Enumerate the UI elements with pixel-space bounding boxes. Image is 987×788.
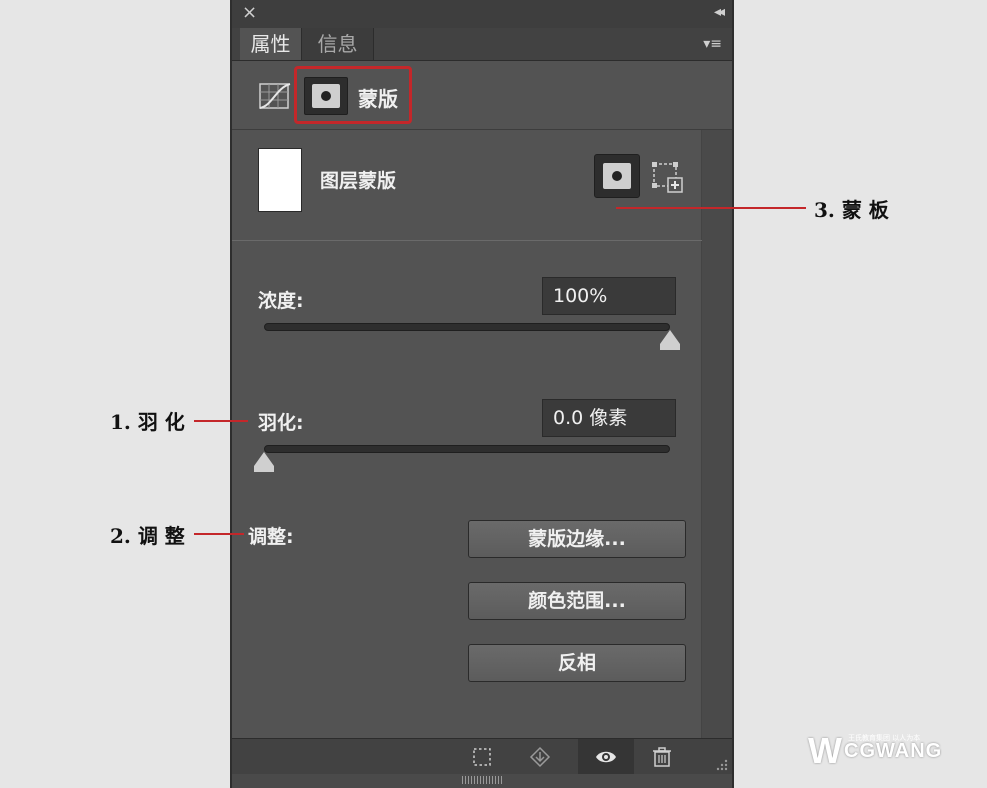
properties-type-row: 蒙版	[232, 61, 732, 130]
density-slider[interactable]	[264, 323, 670, 331]
panel-footer	[232, 738, 732, 775]
color-range-button[interactable]: 颜色范围...	[468, 582, 686, 620]
mask-type-button[interactable]	[304, 77, 348, 115]
annotation-feather: 1. 羽 化	[110, 410, 185, 434]
vector-mask-add-icon[interactable]	[650, 160, 684, 194]
annotation-line-refine	[194, 533, 244, 535]
logo-text: CGWANG	[844, 740, 943, 762]
density-input[interactable]: 100%	[542, 277, 676, 315]
double-chevron-left-icon[interactable]: ◂◂	[714, 4, 725, 20]
selection-from-mask-icon[interactable]	[470, 745, 494, 769]
scrollbar[interactable]	[701, 130, 732, 738]
panel-tab-bar: 属性 信息 ▾≡	[232, 28, 732, 61]
feather-slider[interactable]	[264, 445, 670, 453]
tab-info[interactable]: 信息	[302, 28, 374, 60]
resize-grip-icon[interactable]	[706, 749, 730, 773]
pixel-mask-icon	[312, 84, 340, 108]
mask-edge-button[interactable]: 蒙版边缘...	[468, 520, 686, 558]
apply-mask-icon[interactable]	[528, 745, 552, 769]
close-icon[interactable]: ×	[242, 3, 257, 23]
pixel-mask-icon	[603, 163, 631, 189]
annotation-refine: 2. 调 整	[110, 524, 185, 548]
tab-properties[interactable]: 属性	[240, 28, 302, 60]
panel-menu-icon[interactable]: ▾≡	[703, 36, 722, 52]
trash-icon[interactable]	[650, 745, 674, 769]
select-pixel-mask-button[interactable]	[594, 154, 640, 198]
annotation-line-mask	[616, 207, 806, 209]
mask-type-label: 蒙版	[358, 87, 398, 111]
feather-slider-thumb[interactable]	[254, 452, 274, 472]
panel-title-bar: × ◂◂	[232, 0, 732, 29]
layer-mask-row: 图层蒙版	[232, 130, 702, 241]
refine-label: 调整:	[248, 526, 294, 548]
layer-mask-label: 图层蒙版	[320, 170, 397, 192]
invert-button[interactable]: 反相	[468, 644, 686, 682]
eye-icon[interactable]	[594, 745, 618, 769]
annotation-mask: 3. 蒙 板	[814, 198, 889, 222]
watermark-logo: W 王氏教育集团 以人为本 CGWANG	[808, 730, 960, 772]
panel-resize-handle[interactable]	[462, 776, 502, 784]
properties-panel: × ◂◂ 属性 信息 ▾≡ 蒙版 图层蒙版 浓度: 100% 羽化: 0.0 像…	[230, 0, 734, 788]
annotation-line-feather	[194, 420, 248, 422]
density-label: 浓度:	[258, 290, 304, 312]
feather-input[interactable]: 0.0 像素	[542, 399, 676, 437]
feather-label: 羽化:	[258, 412, 304, 434]
mask-thumbnail	[258, 148, 302, 212]
curves-adjustment-icon[interactable]	[258, 82, 292, 110]
density-slider-thumb[interactable]	[660, 330, 680, 350]
logo-mark: W	[808, 730, 842, 771]
